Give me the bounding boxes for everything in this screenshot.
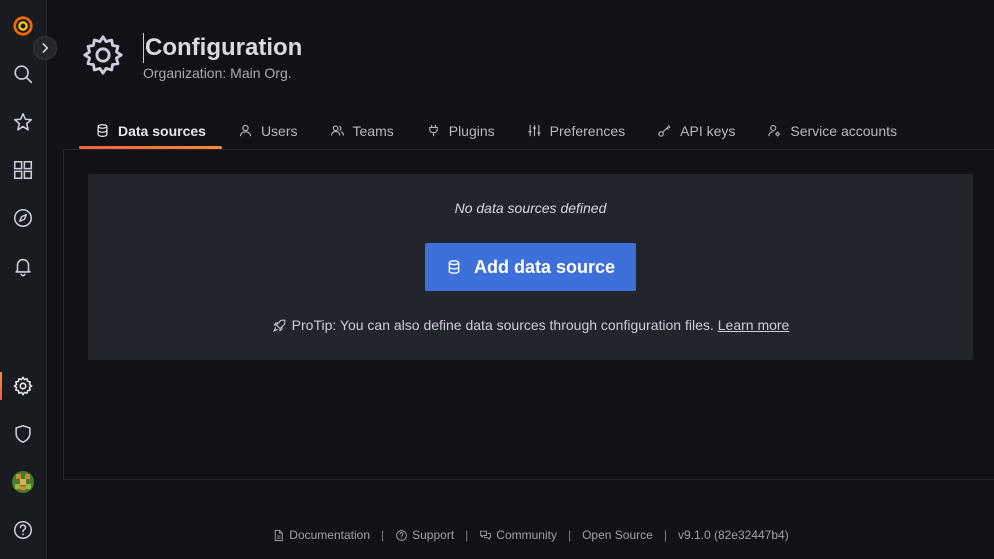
tab-teams[interactable]: Teams <box>314 112 410 149</box>
page-subtitle: Organization: Main Org. <box>143 65 292 81</box>
tab-label: Teams <box>352 122 394 139</box>
configuration-icon <box>13 376 33 396</box>
help-nav-item[interactable] <box>0 510 46 550</box>
footer-separator: | <box>465 528 469 542</box>
alerting-icon <box>15 258 31 277</box>
tab-users[interactable]: Users <box>222 112 314 149</box>
footer: Documentation | Support | Community | Op… <box>47 528 994 542</box>
empty-state-title: No data sources defined <box>454 200 607 216</box>
add-data-source-button[interactable]: Add data source <box>425 243 636 291</box>
footer-support-label: Support <box>412 528 455 542</box>
tab-label: Service accounts <box>790 122 897 139</box>
chevron-right-icon <box>42 43 49 53</box>
footer-version: v9.1.0 (82e32447b4) <box>678 528 789 542</box>
tab-label: Plugins <box>448 122 495 139</box>
expand-sidebar-button[interactable] <box>33 36 57 60</box>
empty-state-card: No data sources defined Add data source … <box>88 174 973 360</box>
user-icon <box>239 124 251 137</box>
explore-icon <box>13 208 33 228</box>
footer-separator: | <box>381 528 385 542</box>
user-cog-icon <box>768 124 781 137</box>
tab-label: Data sources <box>118 122 206 139</box>
footer-separator: | <box>567 528 572 542</box>
footer-community-link[interactable]: Community <box>479 528 557 542</box>
add-data-source-label: Add data source <box>473 256 616 277</box>
footer-community-label: Community <box>496 528 557 542</box>
server-admin-nav-item[interactable] <box>0 414 46 454</box>
footer-support-link[interactable]: Support <box>395 528 454 542</box>
dashboards-nav-item[interactable] <box>0 150 46 190</box>
star-icon <box>13 112 33 131</box>
tab-label: Preferences <box>549 122 626 139</box>
tab-data-sources[interactable]: Data sources <box>79 112 222 149</box>
sidebar <box>0 0 47 559</box>
shield-icon <box>15 424 31 444</box>
avatar <box>12 471 34 493</box>
tab-preferences[interactable]: Preferences <box>511 112 641 149</box>
configuration-header-icon <box>83 35 123 75</box>
footer-open-source-link[interactable]: Open Source <box>582 528 653 542</box>
protip: ProTip: You can also define data sources… <box>88 317 973 333</box>
users-icon <box>330 125 344 136</box>
alerting-nav-item[interactable] <box>0 246 46 286</box>
footer-version-label: v9.1.0 (82e32447b4) <box>677 528 789 542</box>
document-icon <box>275 529 284 541</box>
tab-service-accounts[interactable]: Service accounts <box>751 112 913 149</box>
comments-icon <box>480 530 492 540</box>
tab-plugins[interactable]: Plugins <box>410 112 511 149</box>
key-icon <box>658 125 671 137</box>
configuration-nav-item[interactable] <box>0 366 46 406</box>
search-nav-item[interactable] <box>0 54 46 94</box>
database-icon <box>97 124 108 137</box>
dashboards-icon <box>13 160 33 180</box>
database-icon <box>448 260 460 274</box>
tab-label: Users <box>260 122 298 139</box>
rocket-icon <box>273 319 286 332</box>
help-icon <box>13 520 33 540</box>
tab-label: API keys <box>680 122 736 139</box>
profile-nav-item[interactable] <box>0 462 46 502</box>
tab-api-keys[interactable]: API keys <box>641 112 751 149</box>
learn-more-link[interactable]: Learn more <box>718 317 790 333</box>
footer-open-source-label: Open Source <box>582 528 653 542</box>
footer-documentation-link[interactable]: Documentation <box>272 528 370 542</box>
explore-nav-item[interactable] <box>0 198 46 238</box>
grafana-logo-icon <box>13 15 33 36</box>
sliders-icon <box>528 124 541 137</box>
question-circle-icon <box>396 529 407 541</box>
starred-nav-item[interactable] <box>0 102 46 142</box>
tab-bar: Data sources Users Teams Plugins Prefere… <box>79 112 913 149</box>
footer-documentation-label: Documentation <box>289 528 370 542</box>
protip-text: ProTip: You can also define data sources… <box>291 317 714 333</box>
search-icon <box>14 65 33 84</box>
footer-separator: | <box>663 528 667 542</box>
plug-icon <box>428 124 438 137</box>
page-title: Configuration <box>143 33 303 63</box>
